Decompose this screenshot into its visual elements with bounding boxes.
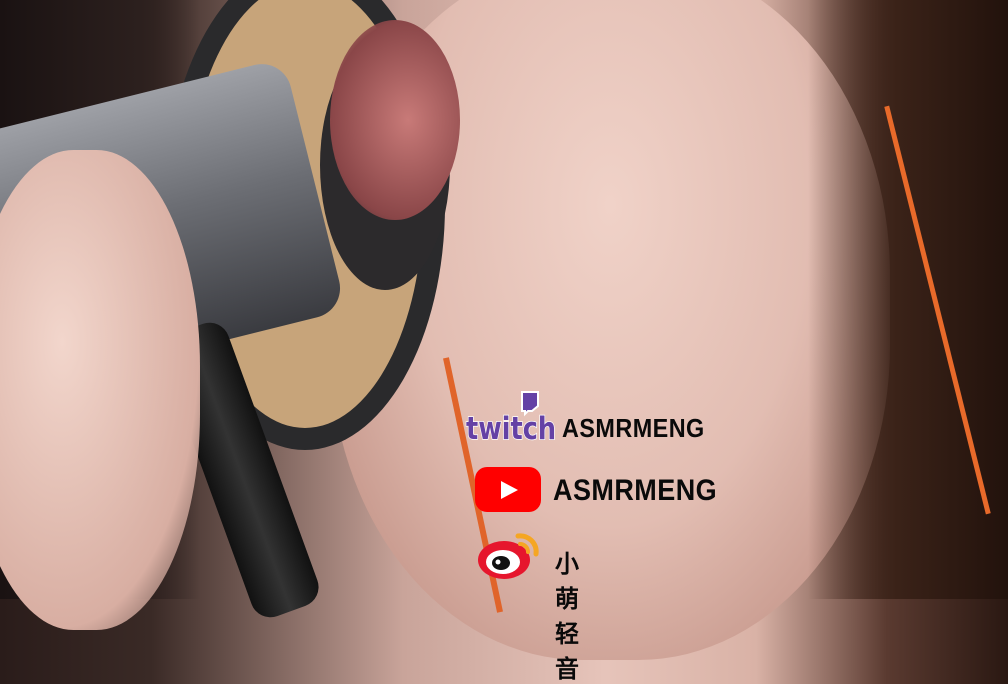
twitch-handle: ASMRMENG: [562, 413, 705, 443]
weibo-icon: [478, 533, 539, 579]
weibo-handle: 小萌轻音: [555, 551, 581, 683]
hair: [808, 0, 1008, 599]
hand: [0, 150, 200, 630]
twitch-logo-icon: twitch: [465, 391, 557, 444]
lips: [330, 20, 460, 220]
twitch-logo-text: twitch: [466, 411, 556, 444]
youtube-handle: ASMRMENG: [553, 474, 718, 507]
youtube-icon: [475, 467, 541, 512]
